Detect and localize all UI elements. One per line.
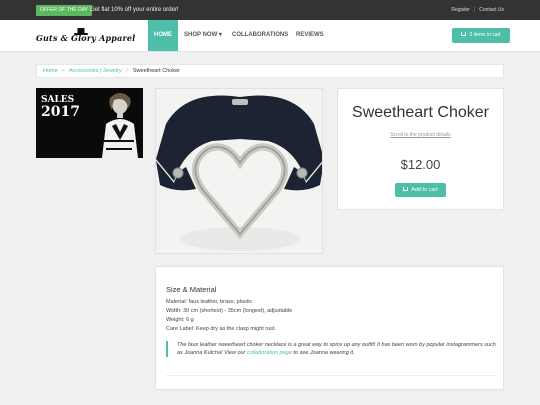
breadcrumb-separator: > bbox=[61, 68, 65, 74]
chevron-down-icon: ▾ bbox=[218, 32, 222, 38]
add-to-cart-button[interactable]: Add to cart bbox=[395, 183, 446, 197]
model-figure-image bbox=[102, 93, 138, 158]
product-details-card: Size & Material Material: faux leather, … bbox=[155, 266, 504, 390]
top-links: Register | Contact Us bbox=[451, 5, 504, 16]
nav-home[interactable]: HOME bbox=[148, 20, 178, 51]
cart-icon bbox=[403, 186, 409, 191]
breadcrumb-home[interactable]: Home bbox=[43, 68, 58, 74]
cart-button-label: 3 items in cart bbox=[469, 32, 501, 38]
spec-weight: Weight: 6 g bbox=[166, 317, 194, 323]
spec-care: Care Label: Keep dry as the clasp might … bbox=[166, 326, 277, 332]
spec-width: Width: 30 cm (shortest) - 35cm (longest)… bbox=[166, 308, 293, 314]
choker-photo bbox=[156, 89, 322, 253]
spec-list: Material: faux leather, brass, plastic W… bbox=[166, 298, 292, 334]
register-link[interactable]: Register bbox=[451, 7, 470, 13]
sales-banner[interactable]: SALES 2017 bbox=[36, 88, 143, 158]
cart-icon bbox=[461, 31, 467, 36]
scroll-to-details-link[interactable]: Scroll to the product details bbox=[338, 132, 503, 138]
breadcrumb-current: Sweetheart Choker bbox=[132, 68, 180, 74]
divider bbox=[166, 375, 496, 376]
breadcrumb-category[interactable]: Accessories | Jewelry bbox=[69, 68, 122, 74]
sales-year: 2017 bbox=[41, 104, 80, 120]
product-image[interactable] bbox=[155, 88, 323, 254]
details-heading: Size & Material bbox=[166, 285, 217, 294]
contact-link[interactable]: Contact Us bbox=[479, 7, 504, 13]
cart-button[interactable]: 3 items in cart bbox=[452, 28, 510, 43]
product-title: Sweetheart Choker bbox=[352, 104, 489, 121]
top-links-separator: | bbox=[473, 7, 476, 13]
collaboration-page-link[interactable]: collaboration page bbox=[247, 350, 292, 356]
spec-material: Material: faux leather, brass, plastic bbox=[166, 299, 253, 305]
breadcrumb-separator: > bbox=[125, 68, 129, 74]
brand-logo[interactable]: Guts & Glory Apparel bbox=[36, 28, 135, 46]
offer-text: Get flat 10% off your entire order! bbox=[90, 7, 179, 13]
product-info-card: Sweetheart Choker Scroll to the product … bbox=[337, 88, 504, 210]
nav-shop-now[interactable]: SHOP NOW ▾ bbox=[178, 20, 228, 51]
product-price: $12.00 bbox=[400, 157, 441, 172]
main-navbar: Guts & Glory Apparel HOME SHOP NOW ▾ COL… bbox=[0, 20, 540, 52]
logo-text: Guts & Glory Apparel bbox=[36, 33, 136, 43]
nav-shop-now-label: SHOP NOW bbox=[184, 32, 218, 38]
quote-text-part2: to see Joanna wearing it. bbox=[293, 350, 355, 356]
add-to-cart-label: Add to cart bbox=[411, 187, 438, 193]
nav-collaborations[interactable]: COLLABORATIONS bbox=[226, 20, 294, 51]
offer-badge: OFFER OF THE DAY bbox=[36, 5, 92, 16]
top-bar: OFFER OF THE DAY Get flat 10% off your e… bbox=[0, 0, 540, 20]
product-quote: The faux leather sweetheart choker neckl… bbox=[166, 341, 496, 357]
breadcrumb: Home > Accessories | Jewelry > Sweetheart Ch… bbox=[36, 64, 504, 78]
nav-reviews[interactable]: REVIEWS bbox=[290, 20, 330, 51]
